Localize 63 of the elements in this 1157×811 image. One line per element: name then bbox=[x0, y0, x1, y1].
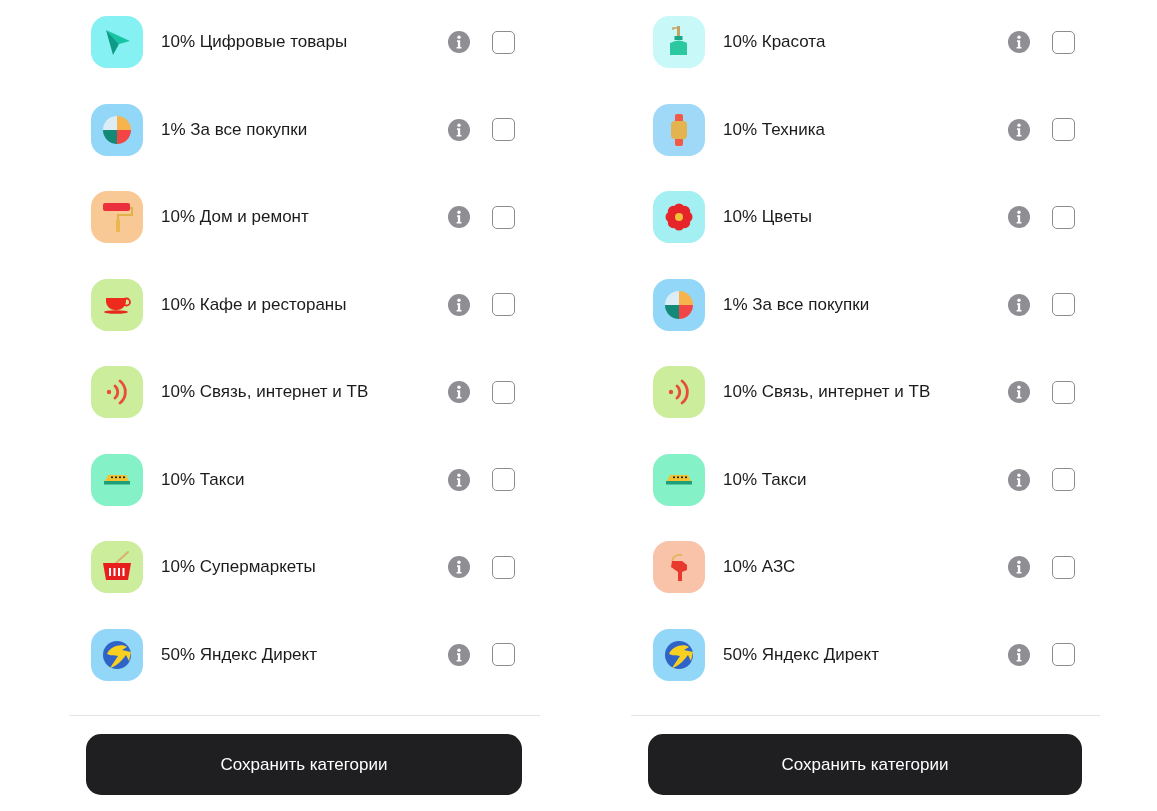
checkbox[interactable] bbox=[1052, 30, 1075, 54]
checkbox[interactable] bbox=[1052, 205, 1075, 229]
info-icon[interactable] bbox=[448, 118, 470, 141]
info-icon[interactable] bbox=[448, 206, 470, 228]
watch-icon bbox=[653, 103, 705, 156]
info-icon[interactable] bbox=[448, 381, 470, 403]
category-label: 10% Такси bbox=[161, 469, 246, 490]
category-label: 10% Дом и ремонт bbox=[161, 207, 310, 227]
pie-chart-icon bbox=[91, 103, 143, 156]
category-label: 1% За все покупки bbox=[723, 294, 871, 315]
category-label: 10% Цифровые товары bbox=[161, 32, 349, 52]
pie-chart-icon bbox=[653, 278, 705, 331]
info-icon[interactable] bbox=[1008, 468, 1030, 491]
info-icon[interactable] bbox=[1008, 381, 1030, 403]
category-label: 1% За все покупки bbox=[161, 119, 309, 140]
signal-waves-icon bbox=[91, 366, 143, 418]
category-label: 10% Цветы bbox=[723, 207, 814, 227]
category-label: 10% Такси bbox=[723, 469, 808, 490]
basket-icon bbox=[91, 541, 143, 593]
info-icon[interactable] bbox=[448, 468, 470, 491]
save-button[interactable]: Сохранить категории bbox=[648, 734, 1082, 795]
fuel-nozzle-icon bbox=[653, 541, 705, 593]
info-icon[interactable] bbox=[448, 31, 470, 53]
info-icon[interactable] bbox=[1008, 31, 1030, 53]
checkbox[interactable] bbox=[492, 643, 515, 666]
checkbox[interactable] bbox=[492, 293, 515, 316]
checkbox[interactable] bbox=[1052, 555, 1075, 579]
paint-roller-icon bbox=[91, 191, 143, 243]
taxi-sign-icon bbox=[91, 453, 143, 506]
category-label: 10% Техника bbox=[723, 119, 826, 140]
checkbox[interactable] bbox=[492, 30, 515, 54]
category-label: 10% Супермаркеты bbox=[161, 557, 317, 577]
info-icon[interactable] bbox=[1008, 643, 1030, 666]
checkbox[interactable] bbox=[1052, 643, 1075, 666]
checkbox[interactable] bbox=[1052, 118, 1075, 141]
taxi-sign-icon bbox=[653, 453, 705, 506]
flower-icon bbox=[653, 191, 705, 243]
signal-waves-icon bbox=[653, 366, 705, 418]
checkbox[interactable] bbox=[492, 468, 515, 491]
category-label: 10% Кафе и рестораны bbox=[161, 294, 348, 315]
checkbox[interactable] bbox=[1052, 468, 1075, 491]
info-icon[interactable] bbox=[448, 643, 470, 666]
category-label: 10% Красота bbox=[723, 32, 827, 52]
pump-bottle-icon bbox=[653, 16, 705, 68]
info-icon[interactable] bbox=[1008, 118, 1030, 141]
checkbox[interactable] bbox=[1052, 380, 1075, 404]
info-icon[interactable] bbox=[1008, 206, 1030, 228]
category-label: 10% АЗС bbox=[723, 557, 797, 577]
checkbox[interactable] bbox=[1052, 293, 1075, 316]
checkbox[interactable] bbox=[492, 118, 515, 141]
info-icon[interactable] bbox=[448, 556, 470, 578]
info-icon[interactable] bbox=[1008, 293, 1030, 316]
checkbox[interactable] bbox=[492, 380, 515, 404]
save-button[interactable]: Сохранить категории bbox=[86, 734, 522, 795]
category-label: 50% Яндекс Директ bbox=[723, 644, 880, 665]
category-label: 10% Связь, интернет и ТВ bbox=[723, 382, 932, 402]
teacup-icon bbox=[91, 278, 143, 331]
checkbox[interactable] bbox=[492, 555, 515, 579]
info-icon[interactable] bbox=[448, 293, 470, 316]
category-label: 10% Связь, интернет и ТВ bbox=[161, 382, 370, 402]
info-icon[interactable] bbox=[1008, 556, 1030, 578]
checkbox[interactable] bbox=[492, 205, 515, 229]
category-label: 50% Яндекс Директ bbox=[161, 644, 318, 665]
